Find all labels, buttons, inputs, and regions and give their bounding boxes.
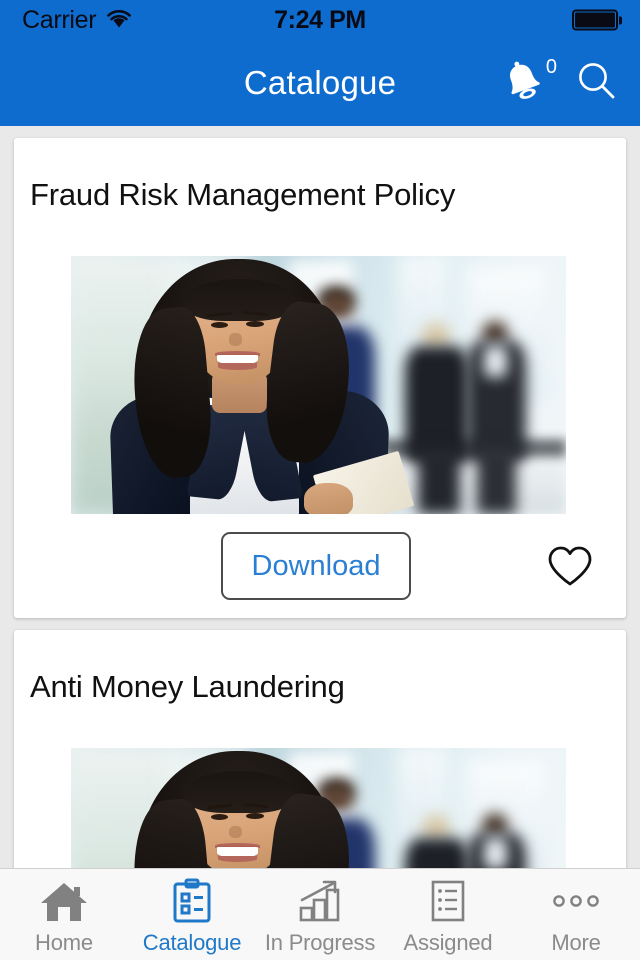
card-thumbnail (71, 256, 566, 515)
bottom-tab-bar: Home Catalogue In Progress Assigned More (0, 868, 640, 960)
search-button[interactable] (576, 60, 618, 107)
navigation-bar: Catalogue 0 (0, 40, 640, 126)
card-title: Anti Money Laundering (30, 669, 345, 705)
tab-label: Assigned (403, 929, 493, 955)
ellipsis-icon (549, 878, 603, 924)
clipboard-checklist-icon (170, 878, 214, 924)
tab-in-progress[interactable]: In Progress (256, 869, 384, 960)
home-icon (39, 878, 89, 924)
favorite-button[interactable] (546, 544, 594, 588)
tab-label: More (551, 929, 601, 955)
search-icon (576, 60, 618, 107)
tab-label: In Progress (264, 929, 376, 955)
card-actions: Download (14, 514, 626, 618)
card-title: Fraud Risk Management Policy (30, 177, 456, 212)
tab-label: Home (35, 929, 93, 955)
catalogue-list[interactable]: Fraud Risk Management Policy Download An… (0, 126, 640, 868)
catalogue-card[interactable]: Fraud Risk Management Policy Download (14, 138, 626, 619)
navbar-actions: 0 (500, 40, 618, 126)
tab-assigned[interactable]: Assigned (384, 869, 512, 960)
battery-full-icon (572, 9, 622, 31)
bar-chart-arrow-icon (296, 878, 344, 924)
bell-icon (500, 59, 546, 108)
businesswoman-portrait-image (71, 256, 566, 515)
notifications-button[interactable]: 0 (500, 57, 557, 108)
clock-label: 7:24 PM (274, 5, 366, 34)
page-title: Catalogue (243, 64, 397, 101)
download-button[interactable]: Download (221, 532, 411, 601)
tab-label: Catalogue (142, 929, 242, 955)
tab-home[interactable]: Home (0, 869, 128, 960)
notification-badge: 0 (545, 55, 557, 78)
card-thumbnail (71, 748, 566, 868)
tab-catalogue[interactable]: Catalogue (128, 869, 256, 960)
heart-outline-icon (546, 546, 594, 591)
businesswoman-portrait-image (71, 748, 566, 868)
tab-more[interactable]: More (512, 869, 640, 960)
status-bar: Carrier 7:24 PM (0, 0, 640, 40)
list-document-icon (427, 878, 469, 924)
catalogue-card[interactable]: Anti Money Laundering (14, 630, 626, 868)
